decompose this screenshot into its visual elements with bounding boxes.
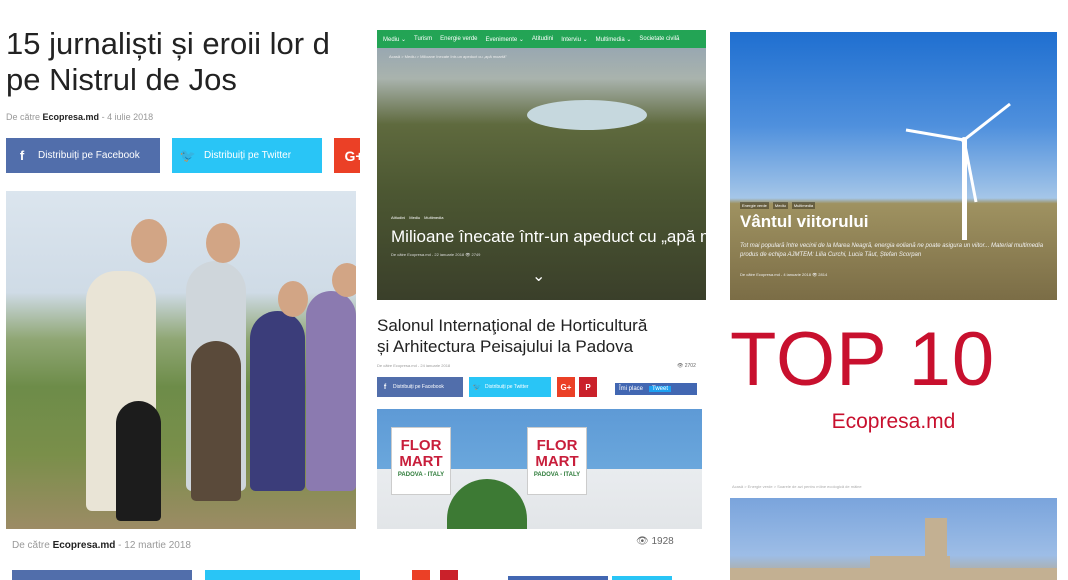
person-head [206,223,240,263]
breadcrumb[interactable]: Acasă > Mediu > Milioane înecate într-un… [389,54,507,59]
person-figure [250,311,305,491]
wind-title[interactable]: Vântul viitorului [740,212,868,232]
article-photo [6,191,356,529]
twitter-icon: 🐦 [179,147,197,163]
tag-multimedia[interactable]: Multimedia [791,202,816,209]
nav-item-energie-verde[interactable]: Energie verde [440,36,477,42]
video-byline: De către Ecopresa.md - 22 ianuarie 2018 [391,252,465,257]
facebook-icon: f [19,148,25,163]
share-facebook-button[interactable]: f Distribuiți pe Facebook [377,377,463,397]
share-facebook-label: Distribuiți pe Facebook [38,150,140,161]
like-button[interactable]: Îmi place Tweet [615,383,697,395]
video-meta: De către Ecopresa.md - 22 ianuarie 2018 … [391,252,480,257]
share-facebook-button[interactable] [12,570,192,580]
person-head [278,281,308,317]
breadcrumb[interactable]: Acasă > Energie verde > Soarele de azi p… [732,484,862,489]
article-title-line-2[interactable]: pe Nistrul de Jos [6,62,360,98]
nav-item-multimedia[interactable]: Multimedia ⌄ [596,36,632,43]
share-twitter-label: Distribuiți pe Twitter [204,150,292,161]
florimart-sign: FLOR MART PADOVA - ITALY [391,427,451,495]
wind-turbine-icon [905,102,1011,240]
tag-atitudini[interactable]: Atitudini [391,215,405,220]
person-figure [191,341,241,501]
middle-article: Salonul Internaţional de Horticultură și… [377,305,706,580]
video-card[interactable]: Mediu ⌄ Turism Energie verde Evenimente … [377,30,706,300]
eye-icon: 👁 [465,252,471,257]
share-gplus-button[interactable]: G+ [334,138,360,173]
lake-shape [527,100,647,130]
article-title-line-1[interactable]: Salonul Internaţional de Horticultură [377,315,647,336]
wind-meta: De către Ecopresa.md - 4 ianuarie 2018 👁… [740,272,827,277]
tag-mediu[interactable]: Mediu [409,215,420,220]
tag-mediu[interactable]: Mediu [772,202,788,209]
wind-description: Tot mai populară între vecinii de la Mar… [740,243,1044,258]
person-figure [306,291,356,491]
eye-icon: 👁 [677,363,684,369]
share-gplus-button[interactable]: G+ [557,377,575,397]
article-date: - 4 iulie 2018 [101,112,154,122]
nav-item-interviu[interactable]: Interviu ⌄ [561,36,587,43]
sign-subtext: PADOVA - ITALY [397,472,445,478]
views-count: 2749 [471,252,481,257]
nav-item-evenimente[interactable]: Evenimente ⌄ [486,36,524,43]
castle-photo[interactable] [730,498,1057,580]
nav-item-mediu[interactable]: Mediu ⌄ [383,36,406,43]
article-title[interactable]: 15 jurnaliști și eroii lor d pe Nistrul … [6,26,360,98]
bottom-byline: De către Ecopresa.md - 12 martie 2018 [12,540,191,551]
nav-item-atitudini[interactable]: Atitudini [532,36,553,42]
share-facebook-button[interactable]: f Distribuiți pe Facebook [6,138,160,173]
wind-card[interactable]: Energie verde Mediu Multimedia Vântul vi… [730,32,1057,300]
twitter-icon: 🐦 [472,384,482,391]
article-title[interactable]: Salonul Internaţional de Horticultură și… [377,315,647,357]
sign-subtext: PADOVA - ITALY [533,472,581,478]
article-byline: De către Ecopresa.md - 24 ianuarie 2018 [377,363,451,368]
share-twitter-button[interactable] [205,570,360,580]
florimart-sign: FLOR MART PADOVA - ITALY [527,427,587,495]
site-nav: Mediu ⌄ Turism Energie verde Evenimente … [377,30,706,48]
person-head [131,219,167,263]
sign-text: FLOR [400,437,442,454]
nav-item-societate-civila[interactable]: Societate civilă [639,36,679,42]
nav-item-turism[interactable]: Turism [414,36,432,42]
byline-prefix: De către [12,540,50,551]
tower-shape [925,518,947,580]
promo-headline: TOP 10 [730,317,996,402]
florimart-photo: FLOR MART PADOVA - ITALY FLOR MART PADOV… [377,409,702,529]
sign-text: MART [399,453,443,470]
tag-list: Atitudini Mediu Multimedia [391,215,443,220]
chevron-down-icon[interactable]: ⌄ [532,266,545,286]
share-twitter-button[interactable]: 🐦 Distribuiți pe Twitter [172,138,322,173]
author-link[interactable]: Ecopresa.md [43,112,100,122]
person-head [332,263,356,297]
sign-text: FLOR [536,437,578,454]
sign-text: MART [535,453,579,470]
article-title-line-1[interactable]: 15 jurnaliști și eroii lor d [6,26,360,62]
tag-multimedia[interactable]: Multimedia [424,215,443,220]
byline-prefix: De către [6,112,41,122]
eye-icon: 👁 [812,272,818,277]
facebook-icon: f [383,383,387,391]
tag-list: Energie verde Mediu Multimedia [740,202,816,209]
tweet-button[interactable]: Tweet [649,386,672,392]
brand-name: Ecopresa.md [831,410,956,433]
views-count: 2814 [818,272,828,277]
share-twitter-label: Distribuiți pe Twitter [485,384,529,390]
author-link[interactable]: Ecopresa.md [53,540,116,551]
article-date: - 12 martie 2018 [118,540,191,551]
share-facebook-label: Distribuiți pe Facebook [393,384,444,390]
like-label: Îmi place [619,386,644,392]
video-title[interactable]: Milioane înecate într-un apeduct cu „apă… [391,227,706,247]
person-figure [116,401,161,521]
tree-shape [447,479,527,529]
wind-byline: De către Ecopresa.md - 4 ianuarie 2018 [740,272,811,277]
share-pinterest-button[interactable]: P [579,377,597,397]
views-count: 2702 [684,363,696,369]
views-counter: 👁 2702 [677,363,696,369]
article-title-line-2[interactable]: și Arhitectura Peisajului la Padova [377,336,647,357]
article-byline: De către Ecopresa.md - 4 iulie 2018 [6,112,153,122]
share-twitter-button[interactable]: 🐦 Distribuiți pe Twitter [469,377,551,397]
left-article: 15 jurnaliști și eroii lor d pe Nistrul … [0,0,360,580]
tag-energie-verde[interactable]: Energie verde [740,202,769,209]
